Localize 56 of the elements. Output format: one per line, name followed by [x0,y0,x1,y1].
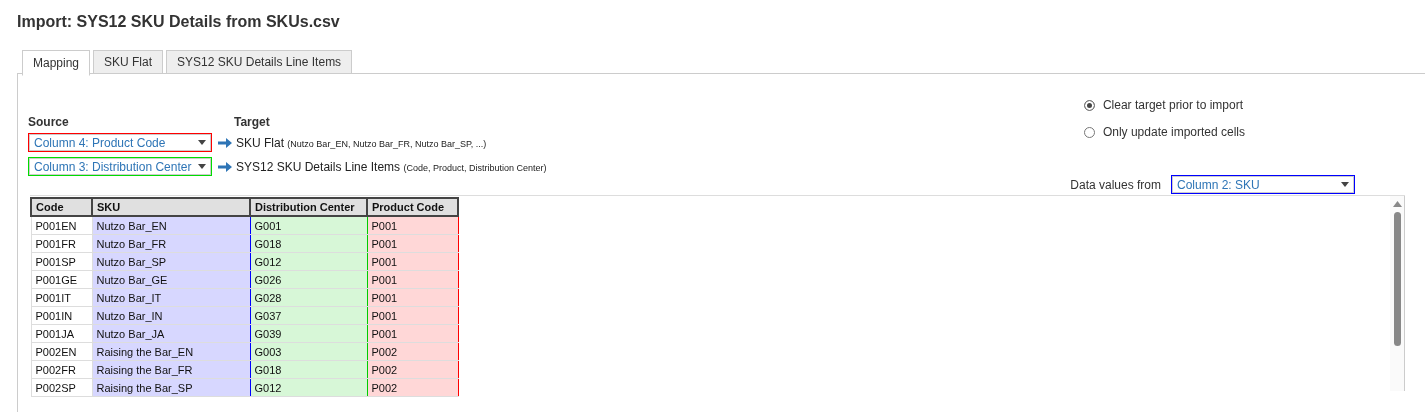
table-cell: G039 [250,324,367,343]
table-cell: G012 [250,252,367,271]
table-cell: G001 [250,216,367,235]
caret-icon [1341,182,1349,187]
target-label: Target [234,115,270,129]
table-cell: Nutzo Bar_SP [92,252,250,271]
column-header: Distribution Center [250,198,367,216]
table-cell: P001 [367,288,458,307]
radio-option[interactable]: Clear target prior to import [1083,98,1245,112]
scrollbar-thumb[interactable] [1393,212,1401,346]
column-header: Code [31,198,92,216]
scrollbar[interactable] [1390,196,1405,391]
source-dropdown[interactable]: Column 4: Product Code [28,133,212,152]
table-cell: G026 [250,270,367,289]
caret-icon [198,140,206,145]
table-cell: P001 [367,306,458,325]
table-cell: G018 [250,234,367,253]
tab[interactable]: SYS12 SKU Details Line Items [166,50,353,74]
table-cell: P001 [367,252,458,271]
table-cell: P002 [367,360,458,379]
table-cell: Raising the Bar_EN [92,342,250,361]
table-cell: Nutzo Bar_EN [92,216,250,235]
table-cell: G018 [250,360,367,379]
dialog-title: Import: SYS12 SKU Details from SKUs.csv [17,13,341,31]
table-cell: Nutzo Bar_IT [92,288,250,307]
target-text: SYS12 SKU Details Line Items (Code, Product, Distribution Center) [236,159,547,174]
table-cell: G037 [250,306,367,325]
scroll-up-icon[interactable] [1392,201,1402,207]
radio-option[interactable]: Only update imported cells [1083,125,1245,139]
table-cell: G028 [250,288,367,307]
table-cell: G012 [250,378,367,397]
table-cell: P001 [367,324,458,343]
source-dropdown[interactable]: Column 3: Distribution Center [28,157,212,176]
target-text: SKU Flat (Nutzo Bar_EN, Nutzo Bar_FR, Nutzo Bar_SP, ...) [236,135,487,150]
data-values-label: Data values from [1070,177,1161,192]
column-header: Product Code [367,198,458,216]
table-cell: P002 [367,342,458,361]
table-cell: Nutzo Bar_FR [92,234,250,253]
table-cell: Raising the Bar_SP [92,378,250,397]
arrow-icon [218,160,232,173]
table-cell: Nutzo Bar_JA [92,324,250,343]
arrow-icon [218,136,232,149]
source-label: Source [28,115,70,129]
table-cell: P001 [367,270,458,289]
data-values-dropdown[interactable]: Column 2: SKU [1171,175,1355,194]
table-cell: P001 [367,216,458,235]
table-cell: Nutzo Bar_GE [92,270,250,289]
table-cell: Raising the Bar_FR [92,360,250,379]
tab[interactable]: SKU Flat [93,50,164,74]
caret-icon [198,164,206,169]
table-cell: Nutzo Bar_IN [92,306,250,325]
table-cell: P001 [367,234,458,253]
table-cell: G003 [250,342,367,361]
tab[interactable]: Mapping [22,50,91,76]
table-cell: P002 [367,378,458,397]
column-header: SKU [92,198,250,216]
